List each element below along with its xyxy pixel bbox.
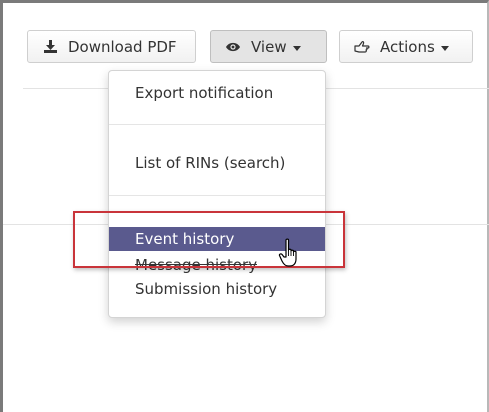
hand-pointer-icon <box>354 39 370 55</box>
hand-cursor-icon <box>278 238 304 268</box>
menu-divider <box>109 195 325 196</box>
menu-item-label: Message history <box>135 253 258 277</box>
menu-item-list-of-rins[interactable]: List of RINs (search) <box>109 151 325 175</box>
menu-item-submission-history[interactable]: Submission history <box>109 277 325 301</box>
menu-item-label: List of RINs (search) <box>135 154 286 172</box>
menu-divider <box>109 124 325 125</box>
chevron-down-icon <box>292 45 301 51</box>
actions-label: Actions <box>380 37 435 56</box>
view-dropdown-menu: Export notification List of RINs (search… <box>108 70 326 318</box>
chevron-down-icon <box>440 45 449 51</box>
menu-item-label: Submission history <box>135 280 278 298</box>
download-pdf-button[interactable]: Download PDF <box>27 30 196 63</box>
page-frame: Download PDF View Actions Export notific… <box>0 0 489 412</box>
eye-icon <box>225 39 241 55</box>
actions-dropdown-button[interactable]: Actions <box>339 30 473 63</box>
download-pdf-label: Download PDF <box>68 37 177 56</box>
download-icon <box>42 39 58 55</box>
view-dropdown-button[interactable]: View <box>210 30 327 63</box>
view-label: View <box>251 37 287 56</box>
menu-item-export-notification[interactable]: Export notification <box>109 81 325 105</box>
menu-item-label: Export notification <box>135 84 274 102</box>
menu-item-label: Event history <box>135 230 235 248</box>
